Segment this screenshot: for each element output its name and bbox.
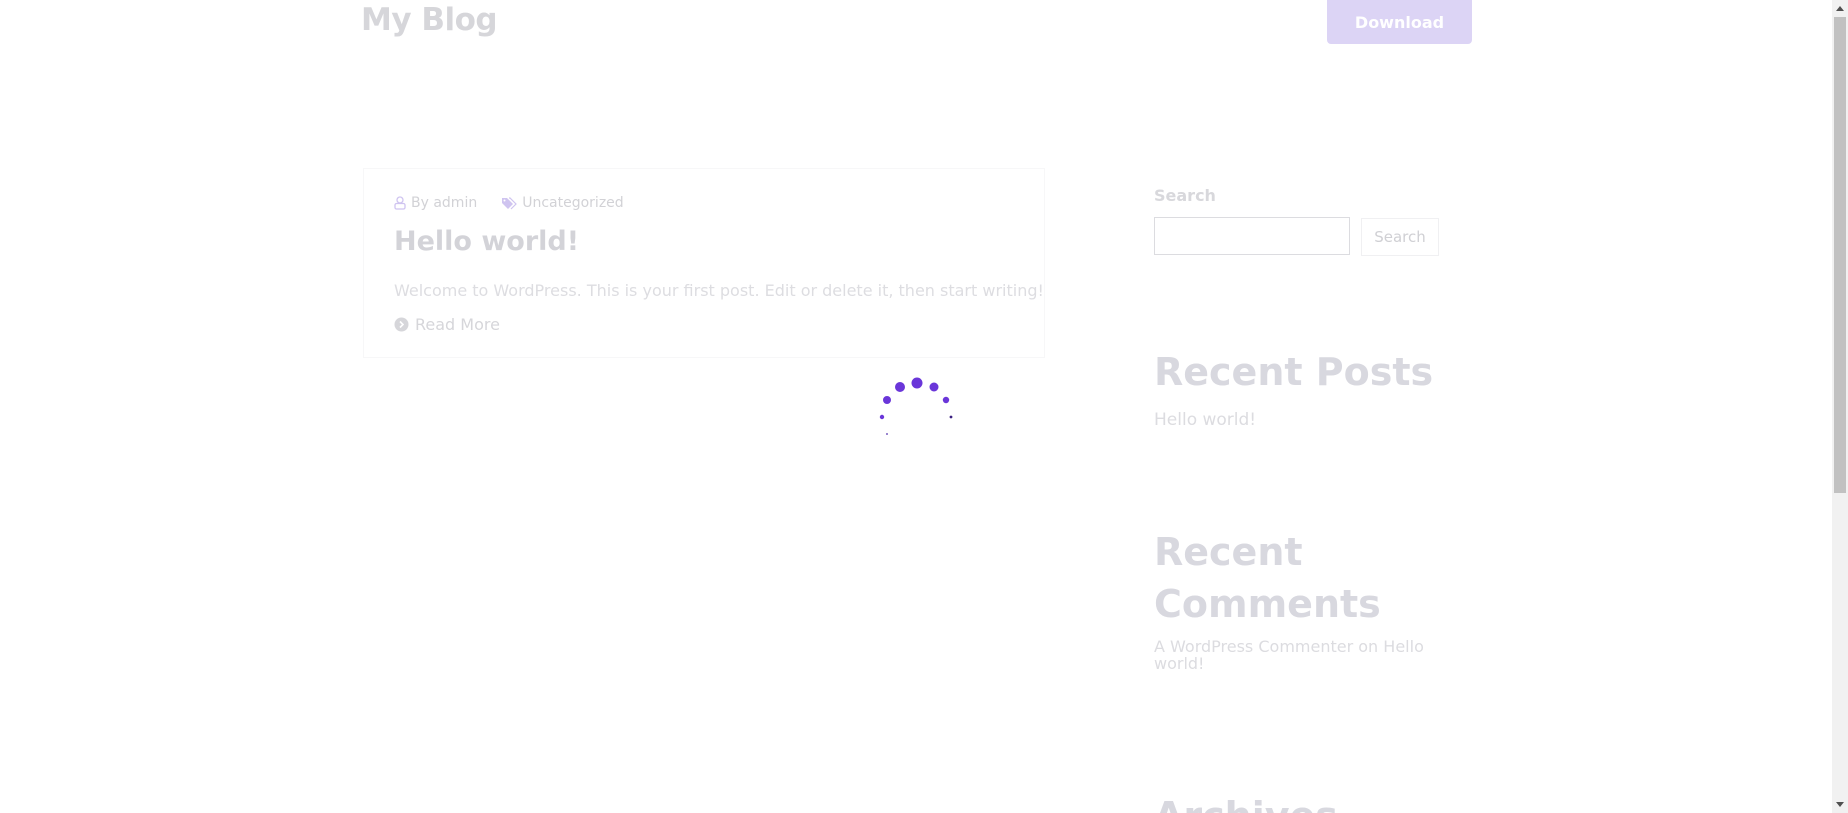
chevron-circle-right-icon <box>394 317 409 332</box>
post-author[interactable]: By admin <box>394 195 477 211</box>
recent-posts-heading: Recent Posts <box>1154 350 1434 394</box>
search-input[interactable] <box>1154 217 1350 255</box>
comment-on-text: on <box>1358 637 1379 656</box>
post-title[interactable]: Hello world! <box>394 226 579 257</box>
read-more-label: Read More <box>415 315 500 334</box>
tags-icon <box>502 196 518 209</box>
site-title[interactable]: My Blog <box>361 2 498 38</box>
post-card: By admin Uncategorized Hello world! Welc… <box>363 168 1045 358</box>
post-meta: By admin Uncategorized <box>394 195 648 211</box>
post-category-label: Uncategorized <box>522 195 624 211</box>
archives-heading: Archives <box>1154 790 1454 813</box>
search-button[interactable]: Search <box>1361 218 1439 256</box>
download-button[interactable]: Download <box>1327 0 1472 44</box>
scroll-down-arrow-icon[interactable] <box>1832 797 1848 813</box>
post-excerpt: Welcome to WordPress. This is your first… <box>394 281 1044 300</box>
scrollbar-thumb[interactable] <box>1834 17 1846 493</box>
recent-post-link[interactable]: Hello world! <box>1154 410 1256 430</box>
spinner-icon <box>879 377 953 435</box>
read-more-link[interactable]: Read More <box>394 315 500 334</box>
post-author-label: By admin <box>411 195 478 211</box>
post-category[interactable]: Uncategorized <box>501 195 624 211</box>
recent-comments-heading: Recent Comments <box>1154 530 1381 626</box>
scroll-up-arrow-icon[interactable] <box>1832 0 1848 16</box>
user-icon <box>394 196 406 210</box>
page: My Blog Download By admin Uncategorized … <box>0 0 1832 813</box>
vertical-scrollbar[interactable] <box>1832 0 1848 813</box>
search-label: Search <box>1154 186 1216 205</box>
recent-comment-item: A WordPress Commenter on Hello world! <box>1154 638 1444 672</box>
